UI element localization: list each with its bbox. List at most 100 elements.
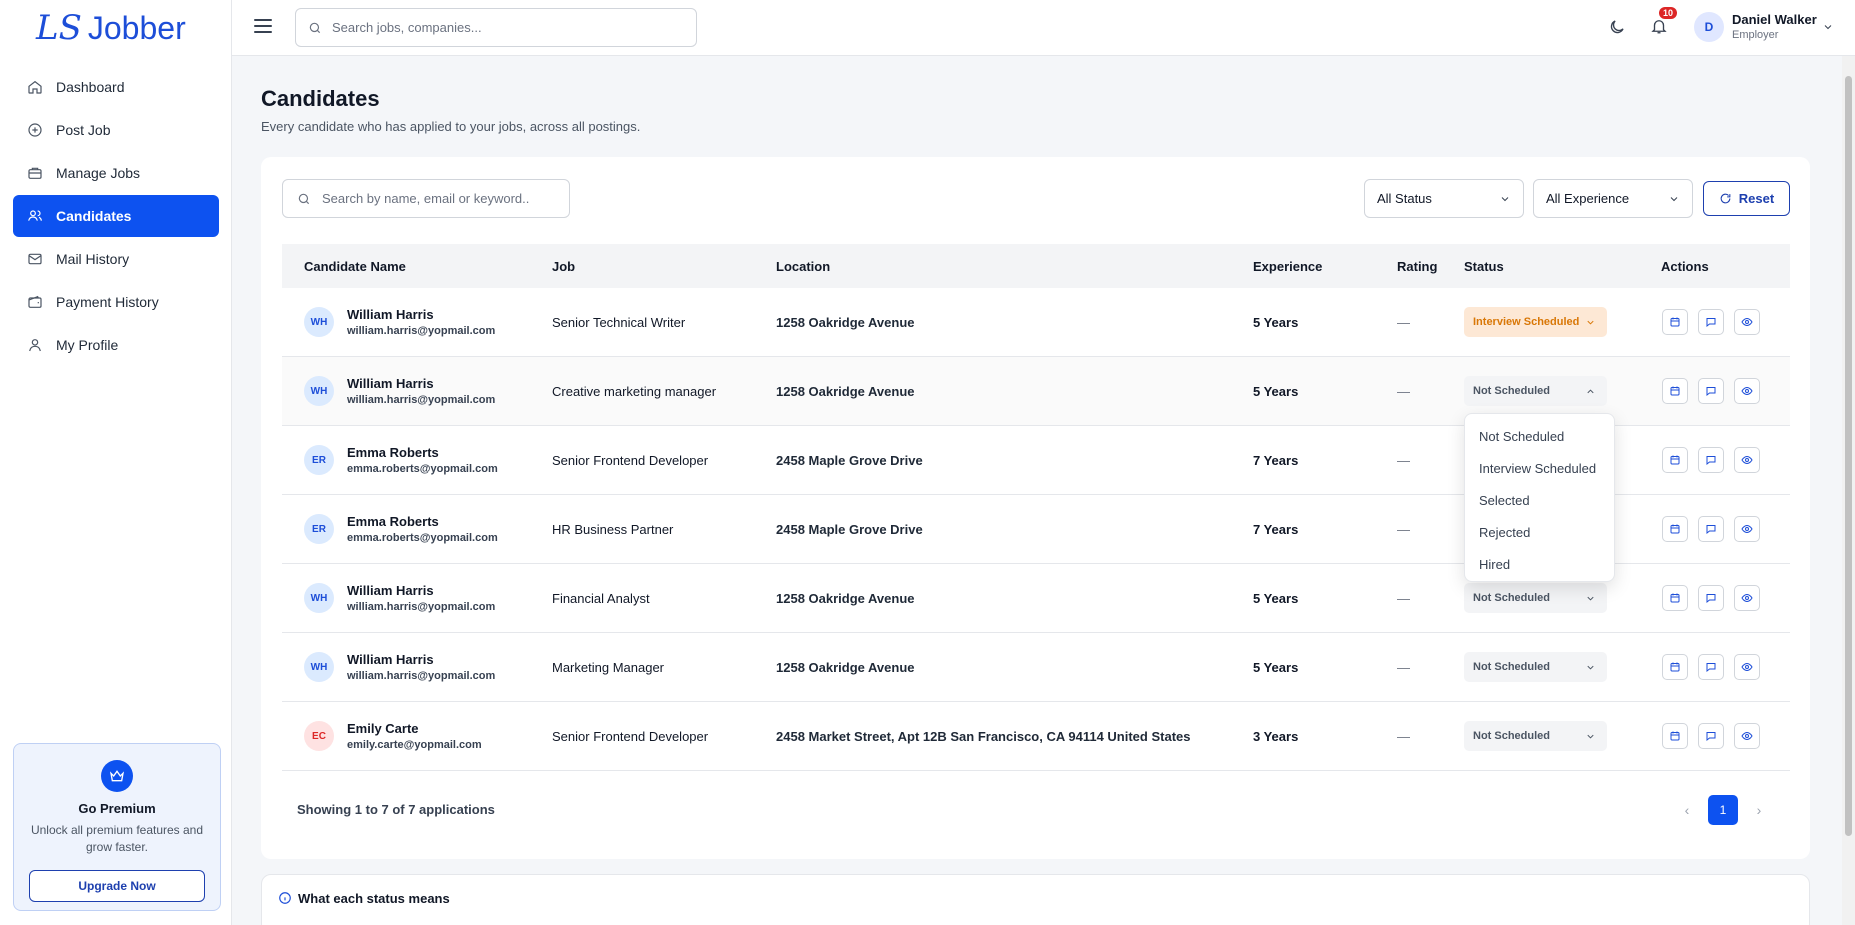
status-value: Not Scheduled (1473, 592, 1551, 604)
column-header[interactable]: Candidate Name (304, 259, 406, 274)
location: 2458 Maple Grove Drive (776, 522, 923, 537)
view-eye-icon[interactable] (1734, 516, 1760, 542)
experience: 5 Years (1253, 660, 1299, 675)
view-eye-icon[interactable] (1734, 378, 1760, 404)
candidate-name[interactable]: William Harris (347, 376, 434, 391)
status-select[interactable]: Not Scheduled (1464, 721, 1607, 751)
schedule-calendar-icon[interactable] (1662, 447, 1688, 473)
message-icon[interactable] (1698, 516, 1724, 542)
sidebar-item-label: My Profile (56, 337, 119, 353)
message-icon[interactable] (1698, 654, 1724, 680)
schedule-calendar-icon[interactable] (1662, 654, 1688, 680)
status-option[interactable]: Interview Scheduled (1465, 453, 1614, 485)
pagination-page-current[interactable]: 1 (1708, 795, 1738, 825)
theme-toggle-moon-icon[interactable] (1608, 18, 1626, 36)
legend-title: What each status means (298, 891, 450, 906)
status-option[interactable]: Hired (1465, 549, 1614, 581)
status-option[interactable]: Selected (1465, 485, 1614, 517)
scrollbar-thumb[interactable] (1845, 76, 1852, 836)
pagination-prev[interactable]: ‹ (1672, 795, 1702, 825)
reset-button[interactable]: Reset (1703, 181, 1790, 216)
sidebar-item-dashboard[interactable]: Dashboard (13, 66, 219, 108)
sidebar-item-my-profile[interactable]: My Profile (13, 324, 219, 366)
rating: — (1397, 522, 1410, 537)
column-header[interactable]: Experience (1253, 259, 1322, 274)
candidate-name[interactable]: Emma Roberts (347, 445, 439, 460)
sidebar-item-payment-history[interactable]: Payment History (13, 281, 219, 323)
sidebar-item-label: Mail History (56, 251, 130, 267)
view-eye-icon[interactable] (1734, 447, 1760, 473)
chevron-down-icon (1501, 197, 1509, 202)
candidate-email: william.harris@yopmail.com (347, 670, 496, 682)
candidate-name[interactable]: William Harris (347, 583, 434, 598)
view-eye-icon[interactable] (1734, 309, 1760, 335)
message-icon[interactable] (1698, 309, 1724, 335)
job-title: Marketing Manager (552, 660, 664, 675)
premium-title: Go Premium (78, 801, 156, 816)
view-eye-icon[interactable] (1734, 585, 1760, 611)
status-select-open[interactable]: Not Scheduled (1464, 376, 1607, 406)
notification-bell-icon[interactable] (1650, 17, 1668, 35)
view-eye-icon[interactable] (1734, 723, 1760, 749)
status-option[interactable]: Rejected (1465, 517, 1614, 549)
column-header[interactable]: Rating (1397, 259, 1437, 274)
candidate-email: william.harris@yopmail.com (347, 325, 496, 337)
rating: — (1397, 591, 1410, 606)
column-header[interactable]: Job (552, 259, 575, 274)
location: 1258 Oakridge Avenue (776, 591, 915, 606)
status-filter-select[interactable]: All Status (1364, 179, 1524, 218)
message-icon[interactable] (1698, 447, 1724, 473)
sidebar-item-mail-history[interactable]: Mail History (13, 238, 219, 280)
status-option[interactable]: Not Scheduled (1465, 421, 1614, 453)
user-avatar[interactable]: D (1694, 12, 1724, 42)
pagination-next[interactable]: › (1744, 795, 1774, 825)
topbar: 10 D Daniel Walker Employer (232, 0, 1855, 56)
candidate-name[interactable]: Emily Carte (347, 721, 419, 736)
search-icon (309, 22, 321, 33)
upgrade-now-button[interactable]: Upgrade Now (29, 870, 205, 902)
sidebar-item-label: Manage Jobs (56, 165, 141, 181)
message-icon[interactable] (1698, 723, 1724, 749)
status-select[interactable]: Not Scheduled (1464, 652, 1607, 682)
status-select[interactable]: Not Scheduled (1464, 583, 1607, 613)
column-header[interactable]: Location (776, 259, 830, 274)
message-icon[interactable] (1698, 378, 1724, 404)
info-icon (278, 891, 292, 905)
chevron-down-icon (1670, 197, 1678, 202)
premium-card: Go Premium Unlock all premium features a… (13, 743, 221, 911)
schedule-calendar-icon[interactable] (1662, 516, 1688, 542)
global-search-input[interactable] (332, 20, 672, 35)
status-dropdown-menu: Not Scheduled Interview Scheduled Select… (1464, 413, 1615, 582)
candidate-name[interactable]: Emma Roberts (347, 514, 439, 529)
candidate-avatar: WH (304, 652, 334, 682)
wallet-icon (27, 294, 43, 310)
candidate-search-input[interactable] (322, 191, 562, 206)
sidebar-item-candidates[interactable]: Candidates (13, 195, 219, 237)
schedule-calendar-icon[interactable] (1662, 723, 1688, 749)
column-header[interactable]: Status (1464, 259, 1504, 274)
user-name[interactable]: Daniel Walker (1732, 12, 1817, 27)
candidate-name[interactable]: William Harris (347, 307, 434, 322)
experience-filter-select[interactable]: All Experience (1533, 179, 1693, 218)
chevron-up-icon (1587, 389, 1594, 394)
message-icon[interactable] (1698, 585, 1724, 611)
candidate-email: william.harris@yopmail.com (347, 394, 496, 406)
premium-text: Unlock all premium features and grow fas… (30, 823, 204, 854)
candidate-email: william.harris@yopmail.com (347, 601, 496, 613)
status-select[interactable]: Interview Scheduled (1464, 307, 1607, 337)
experience-filter-value: All Experience (1546, 191, 1630, 206)
menu-toggle-icon[interactable] (254, 19, 272, 33)
brand-logo[interactable]: LS Jobber (0, 0, 231, 56)
schedule-calendar-icon[interactable] (1662, 378, 1688, 404)
schedule-calendar-icon[interactable] (1662, 585, 1688, 611)
pagination-summary: Showing 1 to 7 of 7 applications (297, 802, 495, 817)
candidate-name[interactable]: William Harris (347, 652, 434, 667)
page-scrollbar[interactable] (1842, 56, 1855, 925)
schedule-calendar-icon[interactable] (1662, 309, 1688, 335)
chevron-down-icon (1587, 665, 1594, 670)
sidebar-item-post-job[interactable]: Post Job (13, 109, 219, 151)
location: 2458 Market Street, Apt 12B San Francisc… (776, 729, 1191, 744)
sidebar-item-manage-jobs[interactable]: Manage Jobs (13, 152, 219, 194)
chevron-down-icon[interactable] (1822, 20, 1834, 32)
view-eye-icon[interactable] (1734, 654, 1760, 680)
